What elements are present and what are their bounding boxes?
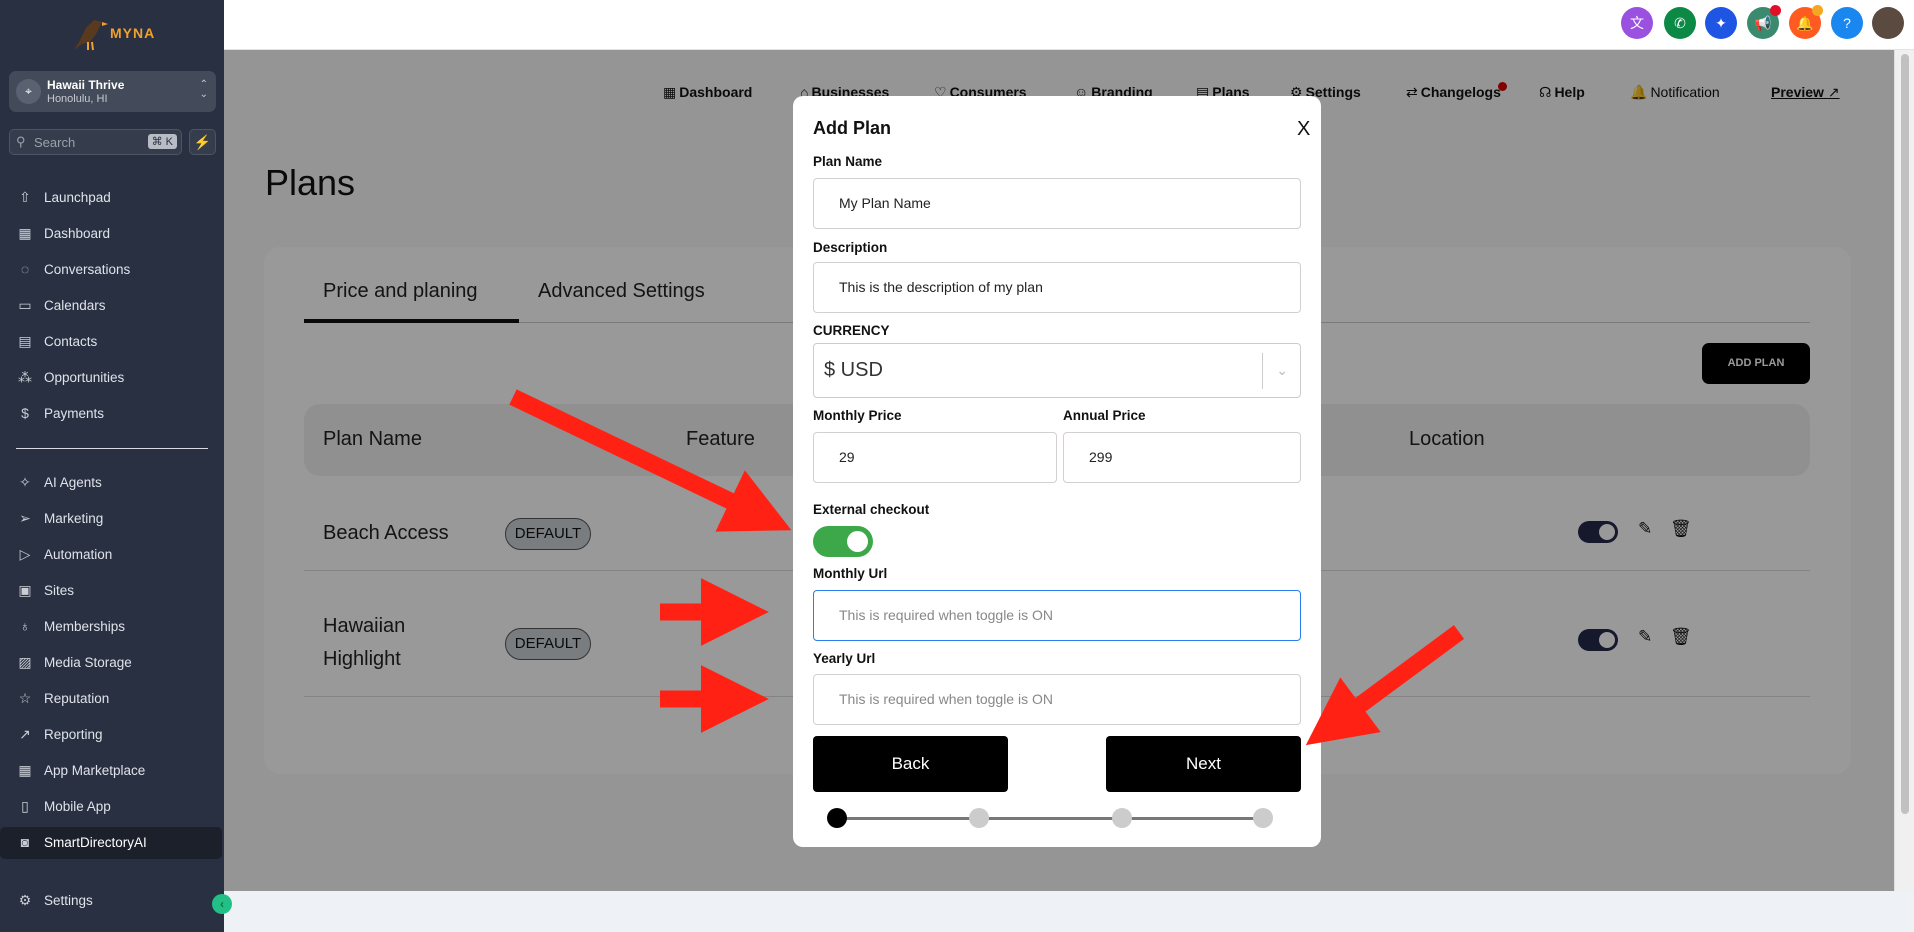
annotation-arrows <box>509 389 1465 746</box>
arrow-to-toggle <box>509 389 792 532</box>
arrow-to-next <box>1305 625 1465 746</box>
